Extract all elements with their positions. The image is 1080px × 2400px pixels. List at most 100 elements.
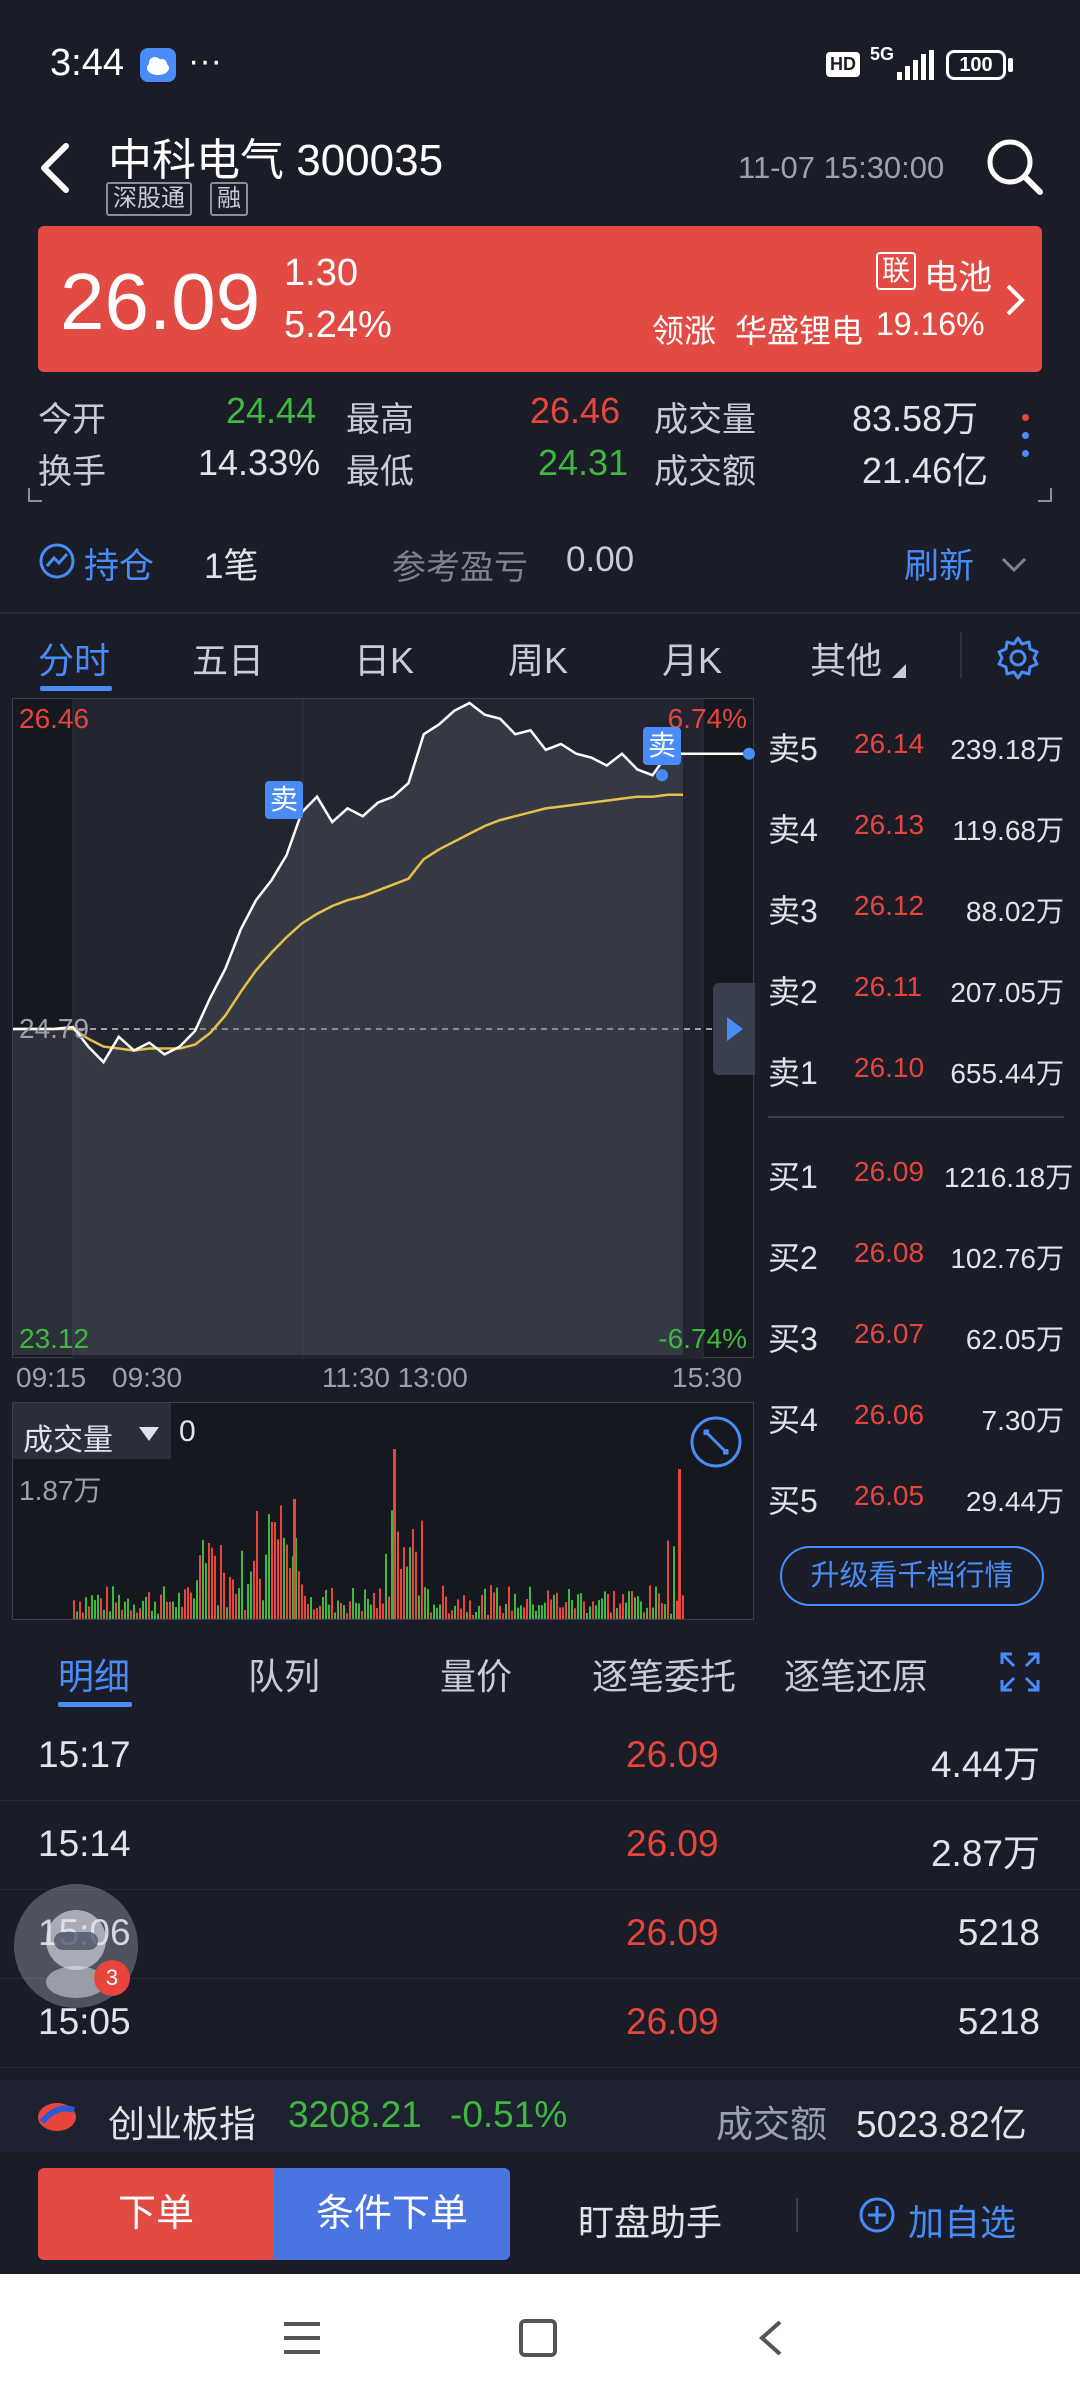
sell-marker-1[interactable]: 卖	[265, 781, 303, 819]
volume-bar	[112, 1586, 114, 1619]
back-nav-icon[interactable]	[756, 2318, 786, 2358]
search-icon[interactable]	[984, 136, 1046, 198]
bid-row[interactable]: 买3 26.07 62.05万	[758, 1300, 1080, 1376]
volume-bar	[631, 1591, 633, 1619]
ask-row[interactable]: 卖3 26.12 88.02万	[758, 872, 1080, 948]
tab-intraday[interactable]: 分时	[38, 632, 110, 684]
trade-volume: 5218	[957, 2001, 1040, 2042]
volume-bar	[232, 1579, 234, 1619]
bid-row[interactable]: 买4 26.06 7.30万	[758, 1381, 1080, 1457]
trade-volume: 2.87万	[930, 1833, 1040, 1874]
bid-row[interactable]: 买1 26.09 1216.18万	[758, 1138, 1080, 1214]
index-bar[interactable]: 创业板指 3208.21 -0.51% 成交额 5023.82亿	[0, 2080, 1080, 2152]
volume-bar	[385, 1553, 387, 1619]
conditional-order-button[interactable]: 条件下单	[274, 2168, 510, 2260]
volume-bar	[160, 1594, 162, 1619]
volume-bar	[94, 1600, 96, 1619]
volume-bar	[355, 1602, 357, 1619]
ask-row[interactable]: 卖4 26.13 119.68万	[758, 791, 1080, 867]
tab-tick-orders[interactable]: 逐笔委托	[592, 1648, 736, 1700]
place-order-button[interactable]: 下单	[38, 2168, 274, 2260]
volume-bar	[85, 1597, 87, 1619]
tab-daily-k[interactable]: 日K	[354, 632, 414, 684]
volume-indicator-select[interactable]: 成交量	[13, 1403, 171, 1459]
tab-monthly-k[interactable]: 月K	[662, 632, 722, 684]
bid-row[interactable]: 买2 26.08 102.76万	[758, 1219, 1080, 1295]
volume-bar	[388, 1596, 390, 1619]
volume-bar	[346, 1613, 348, 1619]
volume-bar	[547, 1590, 549, 1619]
watch-assistant-button[interactable]: 盯盘助手	[578, 2194, 722, 2246]
volume-bar	[109, 1611, 111, 1619]
trade-price: 26.09	[626, 1912, 719, 1953]
back-icon[interactable]	[36, 140, 76, 196]
volume-bar	[457, 1599, 459, 1619]
tab-detail[interactable]: 明细	[58, 1648, 130, 1700]
volume-bar	[550, 1599, 552, 1619]
volume-bar	[556, 1592, 558, 1619]
volume-bar	[193, 1598, 195, 1619]
volume-bar	[271, 1521, 273, 1619]
volume-bar	[412, 1528, 414, 1619]
bid-row[interactable]: 买5 26.05 29.44万	[758, 1462, 1080, 1538]
ask-level-label: 卖1	[768, 1055, 818, 1091]
stat-value-volume: 83.58万	[852, 398, 979, 439]
volume-bar	[652, 1607, 654, 1619]
volume-chart[interactable]: 成交量 0 1.87万	[12, 1402, 754, 1620]
last-price-dot	[743, 747, 755, 760]
volume-bar	[175, 1607, 177, 1619]
volume-bar	[415, 1551, 417, 1619]
sell-marker-2[interactable]: 卖	[643, 727, 681, 765]
pct-bottom-label: -6.74%	[658, 1323, 747, 1354]
tab-other[interactable]: 其他	[810, 632, 882, 684]
position-count: 1笔	[204, 547, 259, 586]
upgrade-depth-button[interactable]: 升级看千档行情	[780, 1546, 1044, 1606]
volume-bar	[217, 1605, 219, 1619]
volume-bar	[502, 1613, 504, 1619]
pl-value: 0.00	[566, 540, 635, 579]
tab-weekly-k[interactable]: 周K	[508, 632, 568, 684]
volume-bar	[670, 1613, 672, 1619]
stat-value-amount: 21.46亿	[862, 450, 989, 491]
ask-volume: 207.05万	[950, 977, 1064, 1008]
chevron-down-icon[interactable]	[1000, 556, 1028, 574]
ask-row[interactable]: 卖5 26.14 239.18万	[758, 710, 1080, 786]
volume-bar	[562, 1607, 564, 1619]
bid-volume: 29.44万	[965, 1486, 1064, 1517]
volume-bar	[604, 1591, 606, 1619]
volume-bar	[517, 1607, 519, 1619]
ask-row[interactable]: 卖1 26.10 655.44万	[758, 1034, 1080, 1110]
volume-bar	[649, 1585, 651, 1619]
volume-bar	[199, 1555, 201, 1619]
bid-price: 26.05	[854, 1480, 925, 1511]
tab-tick-replay[interactable]: 逐笔还原	[784, 1648, 928, 1700]
position-label[interactable]: 持仓	[84, 538, 154, 589]
volume-bar	[307, 1604, 309, 1619]
settings-gear-icon[interactable]	[994, 634, 1042, 682]
fullscreen-icon[interactable]	[998, 1650, 1042, 1694]
home-icon[interactable]	[518, 2318, 558, 2358]
battery-icon: 100	[946, 50, 1006, 80]
volume-bar	[421, 1520, 423, 1619]
floating-assistant-avatar[interactable]: 3	[14, 1884, 138, 2008]
tab-volume-price[interactable]: 量价	[440, 1648, 512, 1700]
tab-five-day[interactable]: 五日	[192, 632, 264, 684]
action-bar: 下单 条件下单 盯盘助手 加自选	[0, 2152, 1080, 2274]
intraday-chart[interactable]: 26.46 24.79 23.12 6.74% -6.74% 卖 卖	[12, 698, 755, 1359]
time-axis: 09:15 09:30 11:30 13:00 15:30	[12, 1360, 754, 1400]
volume-bar	[616, 1608, 618, 1619]
more-stats-handle[interactable]	[1016, 408, 1036, 468]
refresh-button[interactable]: 刷新	[904, 538, 974, 589]
menu-icon[interactable]	[282, 2320, 322, 2356]
tab-queue[interactable]: 队列	[248, 1648, 320, 1700]
ask-level-label: 卖4	[768, 812, 818, 848]
volume-bar	[154, 1601, 156, 1619]
volume-bar	[496, 1587, 498, 1619]
volume-bar	[214, 1555, 216, 1619]
volume-bar	[541, 1605, 543, 1619]
price-banner[interactable]: 26.09 1.30 5.24% 联 电池 领涨 华盛锂电 19.16%	[38, 226, 1042, 372]
ask-row[interactable]: 卖2 26.11 207.05万	[758, 953, 1080, 1029]
collapse-orderbook-handle[interactable]	[713, 983, 755, 1075]
expand-icon[interactable]	[689, 1415, 743, 1469]
add-watchlist-button[interactable]: 加自选	[908, 2194, 1016, 2246]
